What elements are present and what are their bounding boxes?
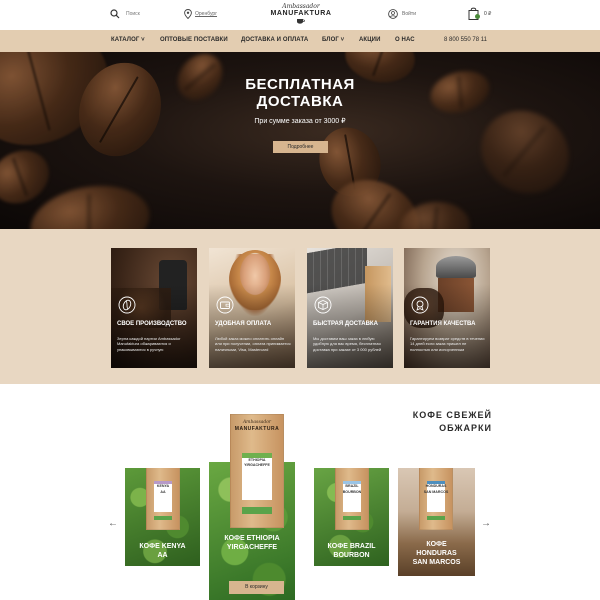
features-section: СВОЕ ПРОИЗВОДСТВО Зерна каждой партии Am…: [0, 229, 600, 384]
city-name: Оренбург: [195, 11, 218, 17]
cart-total: 0 ₽: [484, 11, 492, 17]
bag-name-line2: SAN MARCOS: [423, 490, 449, 495]
feature-title: БЫСТРАЯ ДОСТАВКА: [313, 321, 378, 327]
hero-title: БЕСПЛАТНАЯ ДОСТАВКА: [0, 76, 600, 110]
nav-item-blog[interactable]: БЛОГ ˅: [322, 37, 344, 43]
carousel-next-arrow[interactable]: →: [481, 518, 491, 529]
product-title-line3: SAN MARCOS: [412, 559, 461, 566]
product-card-kenya[interactable]: KENYA AA КОФЕ KENYA AA: [125, 468, 200, 566]
hero-title-line2: ДОСТАВКА: [256, 93, 344, 110]
product-bag: HONDURAS SAN MARCOS: [419, 468, 453, 530]
hero-title-line1: БЕСПЛАТНАЯ: [245, 76, 355, 93]
bag-brand-script: Ambassador: [242, 420, 272, 425]
product-title: КОФЕ BRAZIL BOURBON: [314, 542, 389, 560]
feature-text: Зерна каждой партии Ambassador Manufaktu…: [117, 336, 181, 352]
product-title: КОФЕ ETHIOPIA YIRGACHEFFE: [209, 534, 295, 552]
phone-number[interactable]: 8 800 550 78 11: [444, 37, 487, 43]
feature-card-payment[interactable]: УДОБНАЯ ОПЛАТА Любой заказ можно оплатит…: [209, 248, 295, 368]
city-selector[interactable]: Оренбург: [184, 9, 217, 19]
bag-name-line1: KENYA: [156, 484, 170, 489]
feature-text: Мы доставим ваш заказ в любую удобную дл…: [313, 336, 382, 352]
wallet-icon: [216, 296, 234, 314]
section-title-line1: КОФЕ СВЕЖЕЙ: [412, 410, 492, 420]
bag-band: [427, 516, 445, 521]
quality-badge-icon: [411, 296, 429, 314]
feature-card-quality[interactable]: ГАРАНТИЯ КАЧЕСТВА Гарантируем возврат ср…: [404, 248, 490, 368]
bag-name-line1: BRAZIL: [345, 484, 359, 489]
search-icon: [110, 9, 120, 19]
product-title-line2: YIRGACHEFFE: [226, 544, 278, 551]
bag-band: [343, 516, 361, 521]
product-title: КОФЕ KENYA AA: [125, 542, 200, 560]
nav-item-promotions[interactable]: АКЦИИ: [359, 37, 381, 43]
coffee-bean-icon: [118, 296, 136, 314]
product-title-line1: КОФЕ BRAZIL: [327, 543, 376, 550]
top-bar: Поиск Оренбург Ambassador MANUFAKTURA Во…: [0, 0, 600, 30]
logo[interactable]: Ambassador MANUFAKTURA: [270, 3, 332, 24]
feature-title: СВОЕ ПРОИЗВОДСТВО: [117, 321, 187, 327]
product-title-line2: AA: [157, 552, 168, 559]
location-pin-icon: [184, 9, 192, 19]
bag-name-line2: YIRGACHEFFE: [244, 463, 270, 468]
logo-brand: MANUFAKTURA: [270, 10, 332, 17]
search-label: Поиск: [126, 11, 140, 17]
product-bag: KENYA AA: [146, 468, 180, 530]
section-title-line2: ОБЖАРКИ: [439, 423, 492, 433]
bag-band: [242, 506, 272, 514]
hero-subtitle: При сумме заказа от 3000 ₽: [254, 118, 346, 125]
user-icon: [388, 9, 398, 19]
login-link[interactable]: Войти: [388, 9, 416, 19]
bag-name-line1: ETHIOPIA: [248, 457, 266, 462]
product-bag: BRAZIL BOURBON: [335, 468, 369, 530]
cart-badge: [475, 14, 480, 19]
carousel-prev-arrow[interactable]: ←: [108, 518, 118, 529]
feature-title: ГАРАНТИЯ КАЧЕСТВА: [410, 321, 476, 327]
add-to-cart-button[interactable]: В корзину: [229, 581, 284, 594]
feature-card-delivery[interactable]: БЫСТРАЯ ДОСТАВКА Мы доставим ваш заказ в…: [307, 248, 393, 368]
product-bag-featured: Ambassador MANUFAKTURA ETHIOPIA YIRGACHE…: [230, 414, 284, 528]
bag-band: [154, 516, 172, 521]
product-card-honduras[interactable]: HONDURAS SAN MARCOS КОФЕ HONDURAS SAN MA…: [398, 468, 475, 576]
login-label: Войти: [402, 11, 416, 17]
product-title-line2: HONDURAS: [416, 550, 457, 557]
products-section: КОФЕ СВЕЖЕЙ ОБЖАРКИ ← → KENYA AA КОФЕ KE…: [0, 384, 600, 600]
bag-brand: MANUFAKTURA: [234, 426, 280, 432]
bag-name-line2: BOURBON: [342, 490, 362, 495]
feature-title: УДОБНАЯ ОПЛАТА: [215, 321, 272, 327]
product-title-line1: КОФЕ: [426, 541, 447, 548]
bag-name-line1: HONDURAS: [425, 484, 447, 489]
coffee-bean-decoration: [466, 94, 584, 210]
feature-text: Любой заказ можно оплатить онлайн или пр…: [215, 336, 291, 352]
bag-name-line2: AA: [160, 490, 166, 495]
nav-item-catalog[interactable]: КАТАЛОГ ˅: [111, 37, 145, 43]
hero-details-button[interactable]: Подробнее: [273, 141, 328, 153]
search-trigger[interactable]: Поиск: [110, 9, 140, 19]
product-title-line1: КОФЕ KENYA: [139, 543, 186, 550]
product-title-line1: КОФЕ ETHIOPIA: [224, 535, 280, 542]
logo-script: Ambassador: [282, 3, 320, 10]
feature-card-production[interactable]: СВОЕ ПРОИЗВОДСТВО Зерна каждой партии Am…: [111, 248, 197, 368]
main-nav: КАТАЛОГ ˅ ОПТОВЫЕ ПОСТАВКИ ДОСТАВКА И ОП…: [0, 30, 600, 52]
box-icon: [314, 296, 332, 314]
nav-item-wholesale[interactable]: ОПТОВЫЕ ПОСТАВКИ: [160, 37, 228, 43]
section-title: КОФЕ СВЕЖЕЙ ОБЖАРКИ: [400, 409, 492, 435]
product-title-line2: BOURBON: [333, 552, 370, 559]
product-card-brazil[interactable]: BRAZIL BOURBON КОФЕ BRAZIL BOURBON: [314, 468, 389, 566]
nav-item-delivery[interactable]: ДОСТАВКА И ОПЛАТА: [241, 37, 308, 43]
coffee-cup-icon: [297, 19, 305, 24]
product-title: КОФЕ HONDURAS SAN MARCOS: [398, 540, 475, 567]
nav-item-about[interactable]: О НАС: [395, 37, 415, 43]
hero-banner: БЕСПЛАТНАЯ ДОСТАВКА При сумме заказа от …: [0, 52, 600, 229]
feature-text: Гарантируем возврат средств в течении 14…: [410, 336, 485, 352]
cart-button[interactable]: 0 ₽: [468, 7, 491, 21]
